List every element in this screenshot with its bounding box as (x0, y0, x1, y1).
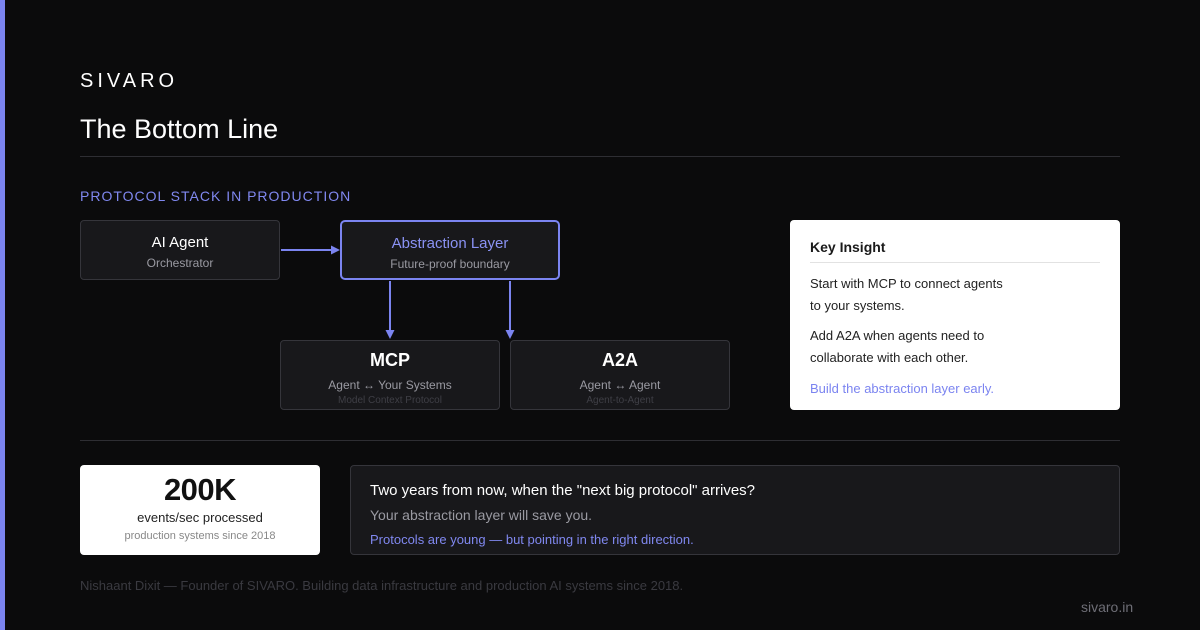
key-insight-card: Key Insight Start with MCP to connect ag… (790, 220, 1120, 410)
quote-card: Two years from now, when the "next big p… (350, 465, 1120, 555)
accent-bar (0, 0, 5, 630)
quote-subtext: Your abstraction layer will save you. (370, 507, 593, 523)
node-a2a: A2A Agent ↔ Agent Agent-to-Agent (510, 340, 730, 410)
key-insight-line: collaborate with each other. (810, 350, 969, 365)
title-divider (80, 156, 1120, 157)
brand-logo: SIVARO (80, 70, 179, 92)
node-a2a-detail: Agent-to-Agent (586, 395, 654, 406)
stat-value: 200K (163, 472, 237, 507)
node-mcp: MCP Agent ↔ Your Systems Model Context P… (280, 340, 500, 410)
node-mcp-subtitle: Agent ↔ Your Systems (328, 378, 452, 392)
key-insight-heading: Key Insight (810, 239, 1100, 263)
footer-url[interactable]: sivaro.in (1081, 599, 1133, 615)
section-divider (80, 440, 1120, 441)
quote-main: Two years from now, when the "next big p… (370, 482, 755, 499)
node-ai-agent: AI Agent Orchestrator (80, 220, 280, 280)
node-ai-agent-title: AI Agent (151, 234, 209, 251)
arrow-abstraction-to-a2a (505, 281, 515, 339)
key-insight-paragraph-a2a: Add A2A when agents need to collaborate … (810, 325, 1100, 369)
arrow-agent-to-abstraction (281, 245, 340, 255)
stat-card: 200K events/sec processed production sys… (80, 465, 320, 555)
node-abstraction-subtitle: Future-proof boundary (390, 257, 510, 271)
stat-subtitle: production systems since 2018 (124, 530, 276, 542)
node-mcp-detail: Model Context Protocol (338, 395, 442, 406)
quote-accent: Protocols are young — but pointing in th… (370, 532, 694, 547)
footer-author-note: Nishaant Dixit — Founder of SIVARO. Buil… (80, 578, 684, 593)
key-insight-line: to your systems. (810, 298, 905, 313)
node-abstraction-title: Abstraction Layer (391, 235, 509, 252)
node-a2a-subtitle: Agent ↔ Agent (579, 378, 661, 392)
stat-label: events/sec processed (137, 510, 263, 525)
key-insight-cta: Build the abstraction layer early. (810, 381, 995, 396)
node-ai-agent-subtitle: Orchestrator (146, 256, 214, 270)
node-a2a-title: A2A (601, 350, 638, 370)
node-abstraction-layer: Abstraction Layer Future-proof boundary (340, 220, 560, 280)
key-insight-line: Start with MCP to connect agents (810, 276, 1003, 291)
key-insight-paragraph-mcp: Start with MCP to connect agents to your… (810, 273, 1100, 317)
key-insight-line: Add A2A when agents need to (810, 328, 985, 343)
node-mcp-title: MCP (370, 350, 410, 370)
section-label: PROTOCOL STACK IN PRODUCTION (80, 188, 352, 204)
arrow-abstraction-to-mcp (385, 281, 395, 339)
page-title: The Bottom Line (80, 114, 279, 144)
